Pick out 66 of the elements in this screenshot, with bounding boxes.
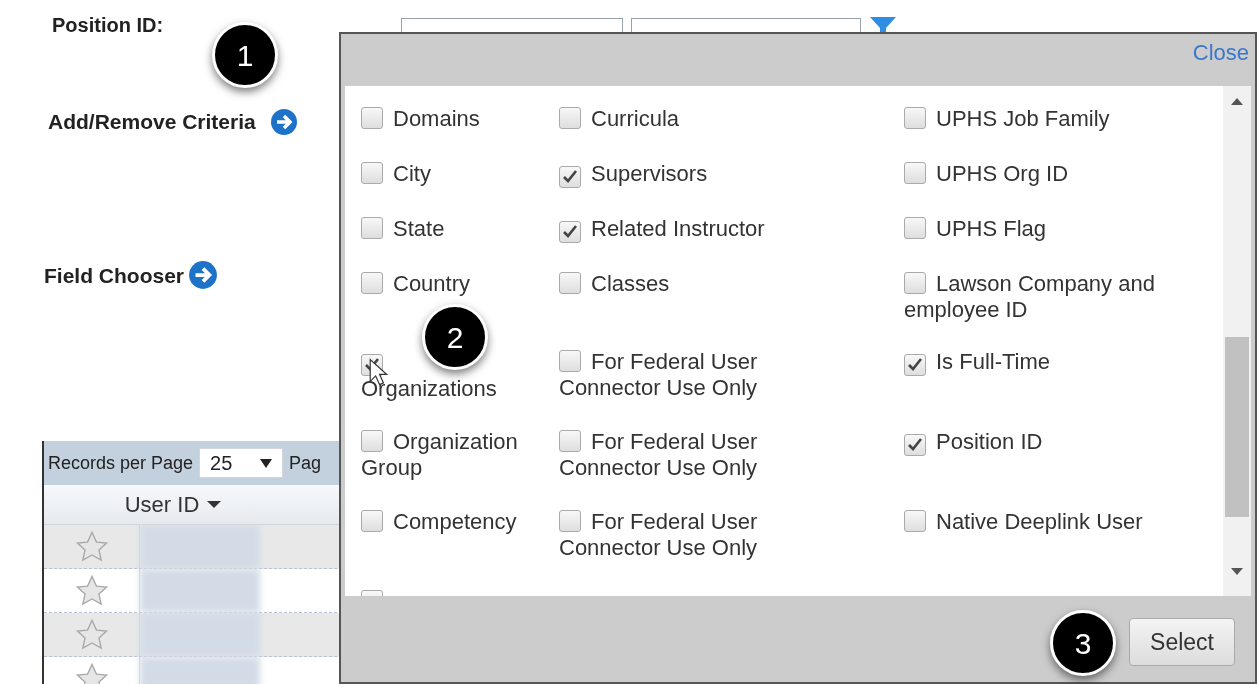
checkbox-option[interactable]: Organization Group (361, 429, 525, 481)
checkbox-option[interactable]: Domains (361, 106, 525, 132)
sort-caret-icon (207, 501, 222, 508)
step-callout: 1 (212, 22, 278, 88)
checkbox-option[interactable]: For Federal User Connector Use Only (559, 349, 784, 401)
checkbox-option[interactable]: For Federal User Connector Use Only (559, 429, 784, 481)
select-button[interactable]: Select (1129, 618, 1235, 666)
dropdown-caret-icon (260, 458, 273, 468)
checkmark-icon (907, 438, 923, 452)
checkbox[interactable] (361, 162, 383, 184)
arrow-circle-icon[interactable] (188, 260, 219, 291)
checkbox-option[interactable]: Country (361, 271, 525, 297)
checkmark-icon (562, 225, 578, 239)
checkbox[interactable] (904, 272, 926, 294)
checkbox[interactable] (361, 510, 383, 532)
checkbox[interactable] (361, 107, 383, 129)
field-chooser-link[interactable]: Field Chooser (44, 259, 185, 291)
checkbox-option[interactable]: Curricula (559, 106, 784, 132)
checkbox-option[interactable]: Is Full-Time (904, 349, 1184, 376)
position-id-label: Position ID: (52, 13, 164, 38)
checkbox-option[interactable]: City (361, 161, 525, 187)
checkbox-option[interactable]: Native Deeplink User (904, 509, 1184, 535)
checkbox-option[interactable]: Classes (559, 271, 784, 297)
checkbox-option[interactable]: UPHS Flag (904, 216, 1184, 242)
checkbox[interactable] (361, 430, 383, 452)
checkbox[interactable] (904, 162, 926, 184)
checkbox[interactable] (904, 217, 926, 239)
checkmark-icon (907, 358, 923, 372)
checkbox-option[interactable]: UPHS Job Family (904, 106, 1184, 132)
checkbox[interactable] (559, 272, 581, 294)
arrow-circle-icon[interactable] (269, 107, 298, 136)
checkbox-option[interactable]: State (361, 216, 525, 242)
checkbox[interactable] (904, 434, 926, 456)
checkbox[interactable] (559, 510, 581, 532)
checkbox-option[interactable]: For Federal User Connector Use Only (559, 509, 784, 561)
checkbox[interactable] (904, 510, 926, 532)
user-id-column-header[interactable]: User ID (124, 488, 200, 521)
checkmark-icon (562, 170, 578, 184)
records-per-page-label: Records per Page (48, 451, 194, 475)
checkbox-option[interactable]: Position ID (904, 429, 1184, 456)
star-icon[interactable] (74, 574, 109, 607)
scroll-down-icon[interactable] (1231, 568, 1243, 575)
add-remove-criteria-link[interactable]: Add/Remove Criteria (48, 106, 256, 138)
checkbox[interactable] (361, 217, 383, 239)
checkbox-option[interactable]: Competency (361, 509, 525, 535)
scrollbar-thumb[interactable] (1225, 337, 1249, 517)
star-icon[interactable] (74, 662, 109, 684)
star-icon[interactable] (74, 618, 109, 651)
checkbox[interactable] (559, 166, 581, 188)
checkbox[interactable] (559, 350, 581, 372)
checkbox[interactable] (559, 107, 581, 129)
checkbox[interactable] (559, 221, 581, 243)
records-per-page-select[interactable]: 25 (199, 448, 284, 478)
checkbox[interactable] (361, 272, 383, 294)
scrollbar[interactable] (1223, 86, 1251, 596)
scroll-up-icon[interactable] (1231, 98, 1243, 105)
checkbox-option[interactable]: Supervisors (559, 161, 784, 188)
checkbox[interactable] (559, 430, 581, 452)
checkmark-icon (364, 358, 380, 372)
checkbox-option[interactable]: Related Instructor (559, 216, 784, 243)
checkbox[interactable] (904, 354, 926, 376)
star-icon[interactable] (74, 530, 109, 563)
checkbox[interactable] (904, 107, 926, 129)
page-label: Pag (289, 451, 322, 475)
checkbox-option[interactable]: UPHS Org ID (904, 161, 1184, 187)
checkbox-option[interactable]: Lawson Company and employee ID (904, 271, 1184, 323)
